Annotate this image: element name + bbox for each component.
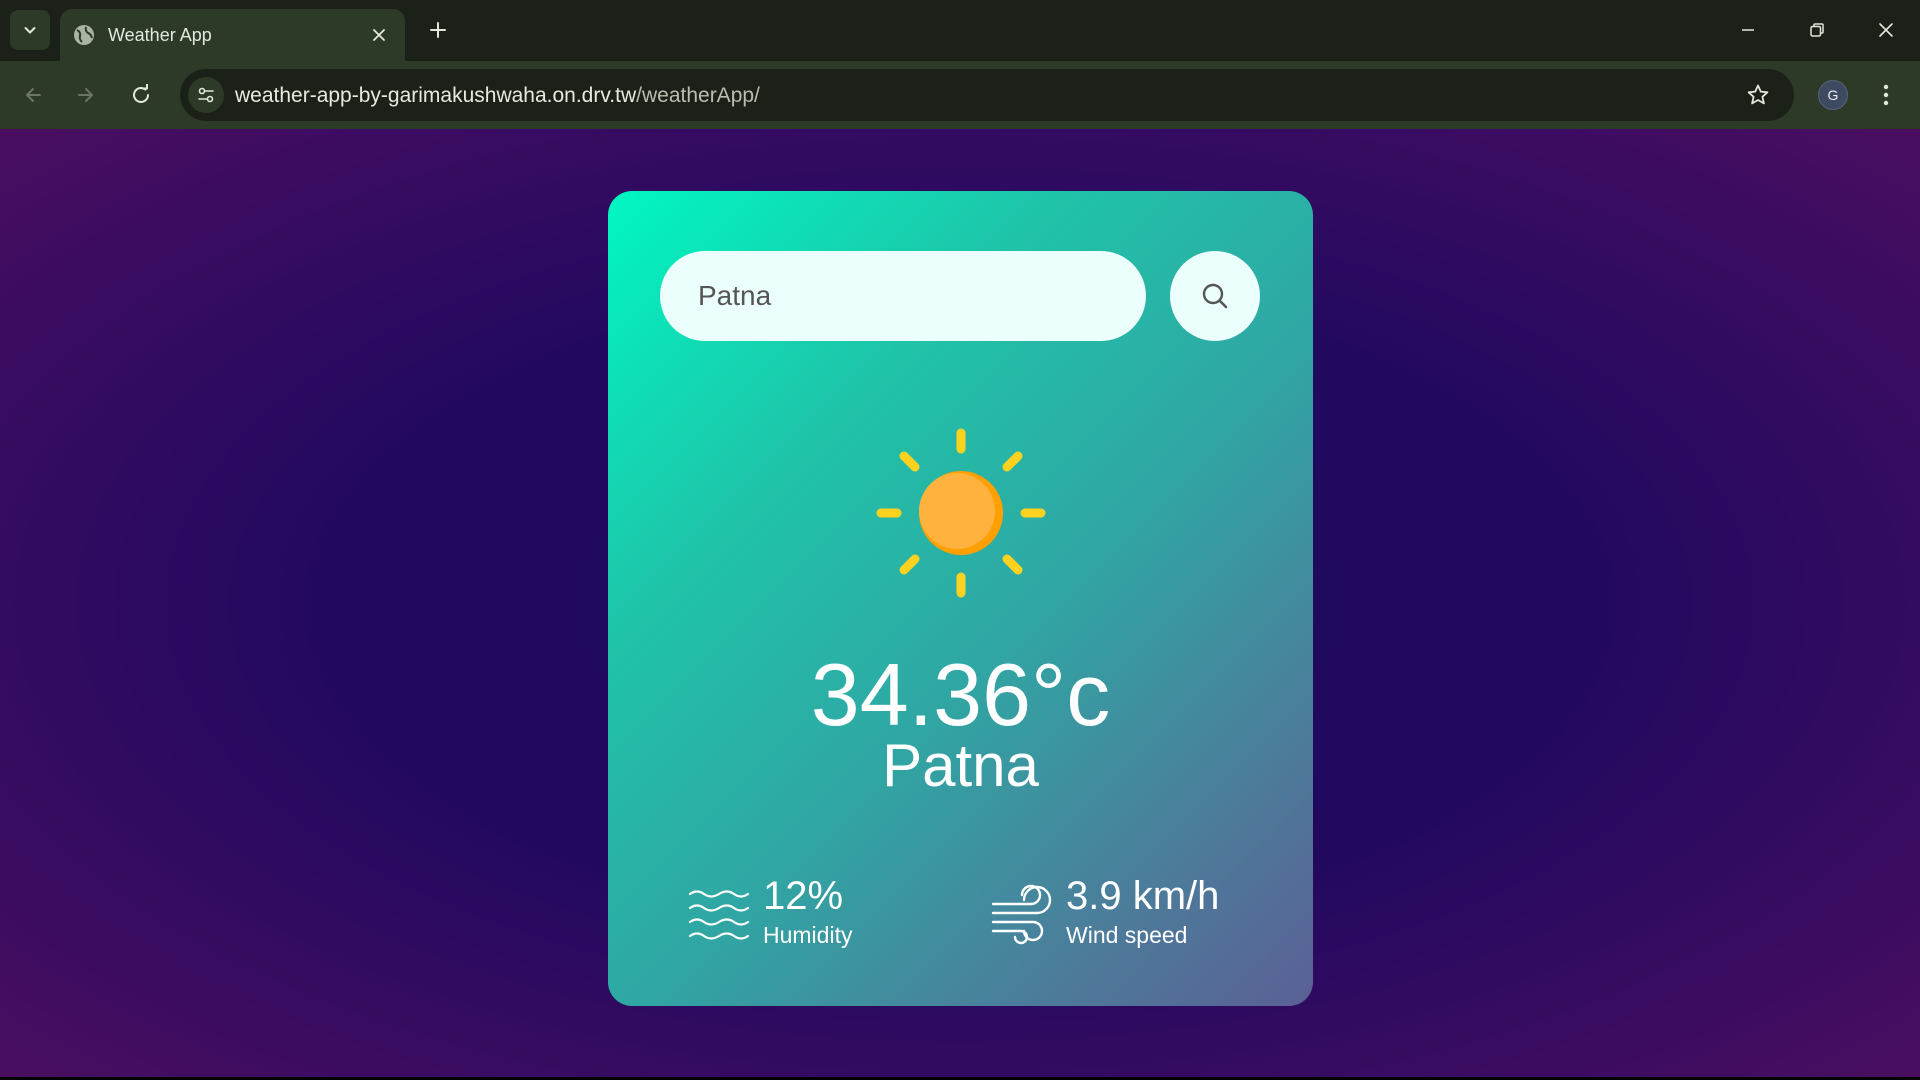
browser-menu-button[interactable] [1870, 78, 1902, 112]
globe-icon [73, 24, 95, 46]
url-path: /weatherApp/ [636, 84, 760, 107]
close-icon [1879, 23, 1893, 37]
url-host: weather-app-by-garimakushwaha.on.drv.tw [235, 84, 637, 107]
browser-titlebar: Weather App [0, 0, 1920, 61]
arrow-right-icon [78, 88, 93, 102]
chevron-down-icon [24, 27, 36, 34]
humidity-detail: 12% Humidity [688, 874, 888, 954]
site-info-button[interactable] [188, 77, 224, 113]
wind-value: 3.9 km/h [1066, 874, 1220, 918]
restore-button[interactable] [1797, 14, 1837, 46]
city-search-input[interactable]: Patna [660, 251, 1146, 341]
temperature: 34.36°c [810, 645, 1111, 744]
tab-close-button[interactable] [367, 23, 391, 47]
plus-icon [430, 22, 446, 38]
tab-weather-app[interactable]: Weather App [60, 9, 405, 61]
url-text: weather-app-by-garimakushwaha.on.drv.tw/… [235, 84, 760, 108]
forward-button[interactable] [66, 75, 106, 115]
arrow-left-icon [26, 88, 41, 102]
weather-card: Patna 34.36°c Patna 12% Humidity 3.9 km/… [608, 191, 1313, 1006]
minimize-icon [1742, 29, 1754, 31]
address-bar[interactable]: weather-app-by-garimakushwaha.on.drv.tw/… [180, 69, 1794, 121]
wind-label: Wind speed [1066, 922, 1188, 948]
tune-icon [198, 87, 214, 103]
restore-icon [1810, 23, 1824, 37]
bookmark-button[interactable] [1744, 81, 1772, 109]
close-window-button[interactable] [1866, 14, 1906, 46]
search-button[interactable] [1170, 251, 1260, 341]
humidity-label: Humidity [763, 922, 853, 948]
city-name: Patna [882, 732, 1039, 799]
new-tab-button[interactable] [424, 16, 452, 44]
profile-avatar[interactable]: G [1818, 80, 1848, 110]
page-viewport: Patna 34.36°c Patna 12% Humidity 3.9 km/… [0, 129, 1920, 1080]
reload-icon [133, 84, 149, 103]
more-vert-icon [1883, 84, 1889, 106]
humidity-waves-icon [688, 890, 750, 940]
star-icon [1747, 84, 1769, 105]
wind-icon [991, 884, 1052, 945]
close-icon [373, 29, 385, 41]
minimize-button[interactable] [1728, 14, 1768, 46]
sun-icon [876, 428, 1046, 598]
reload-button[interactable] [121, 75, 161, 115]
browser-toolbar: weather-app-by-garimakushwaha.on.drv.tw/… [0, 61, 1920, 129]
wind-detail: 3.9 km/h Wind speed [991, 874, 1251, 954]
tab-list-button[interactable] [10, 10, 50, 50]
search-icon [1202, 283, 1228, 309]
back-button[interactable] [13, 75, 53, 115]
humidity-value: 12% [763, 874, 844, 918]
tab-title: Weather App [108, 24, 212, 45]
